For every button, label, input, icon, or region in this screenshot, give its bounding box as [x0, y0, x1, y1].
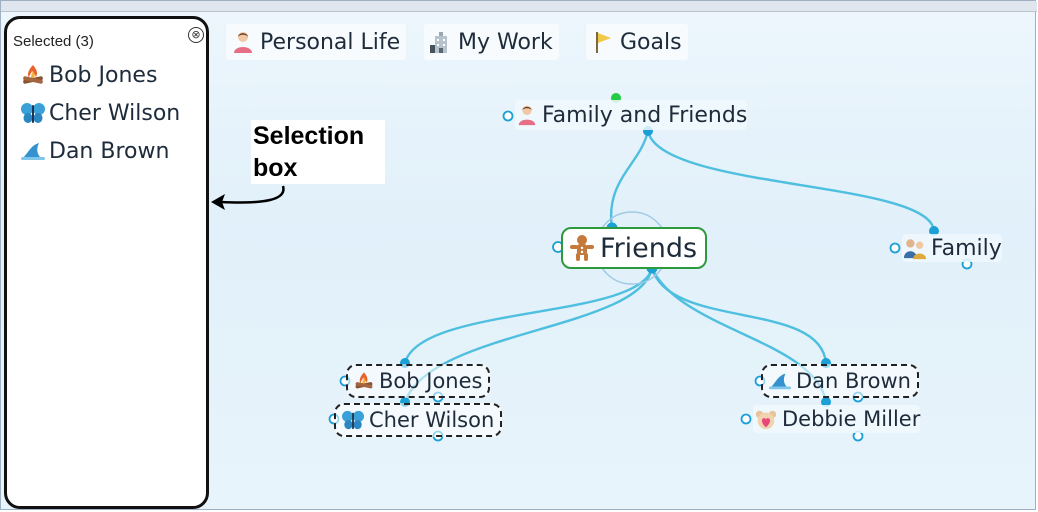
selection-box-panel: Selected (3) ⊗ Bob Jones Cher Wilson Dan…: [4, 16, 209, 509]
person-icon: [234, 32, 252, 53]
flag-icon: [596, 32, 611, 53]
close-icon[interactable]: ⊗: [188, 27, 204, 43]
thought-bob-jones[interactable]: Bob Jones: [346, 364, 491, 398]
tab-goals[interactable]: Goals: [586, 24, 688, 60]
thought-debbie-miller[interactable]: Debbie Miller: [753, 405, 921, 433]
selection-box-annotation: Selection box: [251, 120, 385, 184]
tab-personal-life[interactable]: Personal Life: [226, 24, 407, 60]
thought-label: Debbie Miller: [782, 407, 921, 431]
campfire-icon: [355, 372, 373, 389]
gate-circle: [740, 413, 752, 425]
link-root-family: [646, 130, 936, 232]
thought-friends-active[interactable]: Friends: [561, 227, 708, 269]
thought-label: Bob Jones: [379, 369, 483, 393]
selected-item-label: Cher Wilson: [49, 100, 181, 126]
annotation-line-1: Selection: [253, 122, 365, 150]
thought-family-and-friends[interactable]: Family and Friends: [515, 100, 748, 130]
gate-circle: [502, 110, 514, 122]
selected-item-label: Bob Jones: [49, 62, 158, 88]
butterfly-icon: [342, 410, 364, 430]
shark-fin-icon: [769, 373, 791, 390]
thought-label: Friends: [600, 232, 698, 264]
annotation-arrow: [211, 185, 285, 210]
selected-count-label: Selected (3): [13, 33, 94, 50]
tab-label: Goals: [620, 29, 682, 55]
selected-item-cher-wilson[interactable]: Cher Wilson: [19, 99, 180, 127]
person-icon: [518, 105, 536, 126]
shark-fin-icon: [21, 143, 45, 160]
thought-label: Family and Friends: [542, 102, 748, 128]
thought-label: Dan Brown: [796, 369, 911, 393]
building-icon: [430, 32, 447, 53]
thought-family[interactable]: Family: [902, 234, 1002, 262]
family-icon: [903, 239, 927, 260]
selected-item-dan-brown[interactable]: Dan Brown: [19, 137, 169, 165]
butterfly-icon: [21, 103, 45, 123]
thought-dan-brown[interactable]: Dan Brown: [761, 364, 919, 398]
tab-label: Personal Life: [260, 29, 401, 55]
link-friends-dan: [650, 267, 828, 364]
thought-label: Cher Wilson: [369, 408, 495, 432]
gingerbread-icon: [570, 235, 594, 261]
selected-item-label: Dan Brown: [49, 138, 170, 164]
tab-my-work[interactable]: My Work: [424, 24, 559, 60]
link-friends-bob: [403, 267, 654, 364]
tab-label: My Work: [458, 29, 553, 55]
selected-item-bob-jones[interactable]: Bob Jones: [19, 61, 157, 89]
thought-label: Family: [931, 235, 1002, 261]
thought-cher-wilson[interactable]: Cher Wilson: [334, 403, 503, 437]
campfire-icon: [23, 65, 43, 84]
gate-circle: [889, 242, 901, 254]
heart-bear-icon: [755, 410, 777, 430]
